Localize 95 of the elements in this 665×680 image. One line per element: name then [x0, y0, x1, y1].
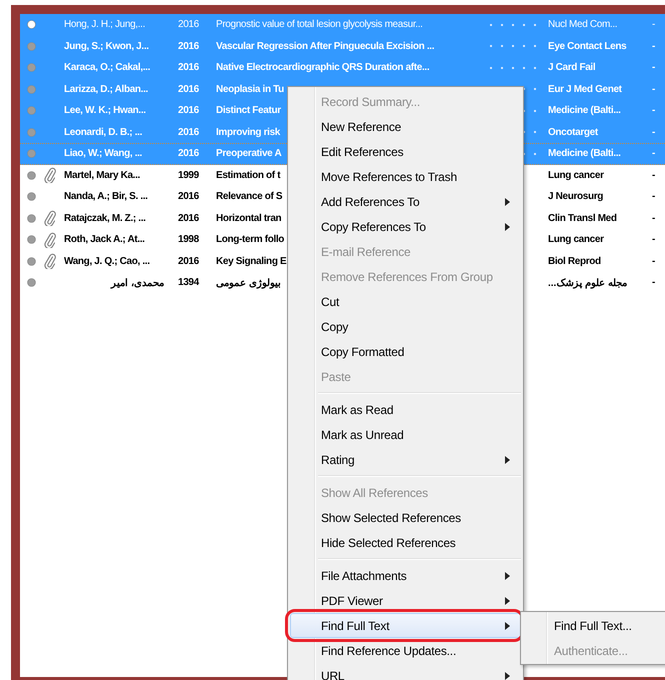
menu-item[interactable]: Mark as Read	[290, 397, 521, 422]
year-cell: 2016	[178, 148, 199, 160]
author-cell: Nanda, A.; Bir, S. ...	[64, 191, 148, 202]
year-cell: 2016	[178, 105, 199, 116]
journal-cell: Medicine (Balti...	[548, 148, 621, 160]
table-cell: -	[652, 277, 655, 288]
menu-item[interactable]: Show Selected References	[290, 505, 521, 530]
table-cell: -	[652, 170, 655, 181]
year-cell: 2016	[178, 84, 199, 95]
author-cell: محمدی، امیر	[111, 276, 164, 289]
submenu-arrow-icon	[505, 622, 510, 630]
table-cell: -	[652, 191, 655, 202]
menu-item[interactable]: URL	[290, 663, 521, 680]
menu-item[interactable]: Find Full Text...	[523, 613, 665, 638]
table-cell: -	[652, 148, 655, 160]
author-cell: Larizza, D.; Alban...	[64, 84, 148, 95]
journal-cell: Lung cancer	[548, 170, 604, 181]
author-cell: Leonardi, D. B.; ...	[64, 126, 142, 138]
year-cell: 2016	[178, 212, 199, 224]
menu-item[interactable]: File Attachments	[290, 563, 521, 588]
title-cell: Key Signaling E	[216, 256, 286, 267]
journal-cell: Eur J Med Genet	[548, 84, 622, 95]
author-cell: Hong, J. H.; Jung,...	[64, 19, 146, 30]
author-cell: Jung, S.; Kwon, J...	[64, 40, 149, 52]
journal-cell: Lung cancer	[548, 234, 604, 246]
submenu-arrow-icon	[505, 198, 510, 206]
journal-cell: Nucl Med Com...	[548, 19, 618, 30]
menu-item[interactable]: Find Reference Updates...	[290, 638, 521, 663]
submenu-arrow-icon	[505, 456, 510, 464]
journal-cell: Biol Reprod	[548, 256, 601, 267]
menu-item[interactable]: Edit References	[290, 139, 521, 164]
table-cell: -	[652, 62, 655, 74]
title-cell: Preoperative A	[216, 148, 282, 160]
year-cell: 2016	[178, 40, 199, 52]
table-cell: -	[652, 256, 655, 267]
table-cell: -	[652, 212, 655, 224]
author-cell: Wang, J. Q.; Cao, ...	[64, 256, 150, 267]
table-cell: -	[652, 234, 655, 246]
journal-cell: Oncotarget	[548, 126, 598, 138]
title-cell: Long-term follo	[216, 234, 284, 246]
author-cell: Ratajczak, M. Z.; ...	[64, 212, 146, 224]
paperclip-icon	[44, 232, 56, 248]
title-cell: Distinct Featur	[216, 105, 281, 116]
year-cell: 1998	[178, 234, 199, 246]
year-cell: 2016	[178, 19, 199, 30]
journal-cell: مجله علوم پزشک...	[548, 276, 627, 289]
submenu-arrow-icon	[505, 572, 510, 580]
menu-item[interactable]: Add References To	[290, 189, 521, 214]
table-cell: -	[652, 19, 655, 30]
menu-item[interactable]: Find Full Text	[290, 613, 521, 638]
author-cell: Liao, W.; Wang, ...	[64, 148, 142, 160]
menu-item[interactable]: Rating	[290, 447, 521, 472]
year-cell: 1394	[178, 277, 199, 288]
year-cell: 2016	[178, 191, 199, 202]
title-cell: Vascular Regression After Pinguecula Excision ...	[216, 40, 434, 52]
title-cell: Horizontal tran	[216, 212, 282, 224]
table-cell: -	[652, 40, 655, 52]
journal-cell: J Card Fail	[548, 62, 596, 74]
menu-item[interactable]: PDF Viewer	[290, 588, 521, 613]
menu-item[interactable]: Copy References To	[290, 214, 521, 239]
table-cell: -	[652, 105, 655, 116]
menu-item[interactable]: Copy Formatted	[290, 339, 521, 364]
title-cell: Prognostic value of total lesion glycolysis measur...	[216, 19, 423, 30]
title-cell: Estimation of t	[216, 170, 280, 181]
menu-item[interactable]: Move References to Trash	[290, 164, 521, 189]
journal-cell: Eye Contact Lens	[548, 40, 626, 52]
journal-cell: J Neurosurg	[548, 191, 604, 202]
title-cell: Relevance of S	[216, 191, 282, 202]
paperclip-icon	[44, 167, 56, 184]
author-cell: Roth, Jack A.; At...	[64, 234, 145, 246]
table-cell: -	[652, 84, 655, 95]
menu-item[interactable]: Hide Selected References	[290, 530, 521, 555]
table-cell: -	[652, 126, 655, 138]
author-cell: Lee, W. K.; Hwan...	[64, 105, 146, 116]
menu-item[interactable]: Copy	[290, 314, 521, 339]
title-cell: Neoplasia in Tu	[216, 84, 284, 95]
menu-item[interactable]: Cut	[290, 289, 521, 314]
paperclip-icon	[44, 253, 56, 270]
submenu-arrow-icon	[505, 672, 510, 680]
submenu-arrow-icon	[505, 222, 510, 230]
author-cell: Karaca, O.; Cakal,...	[64, 62, 150, 74]
submenu-arrow-icon	[505, 596, 510, 604]
journal-cell: Medicine (Balti...	[548, 105, 621, 116]
year-cell: 1999	[178, 170, 199, 181]
paperclip-icon	[44, 210, 56, 226]
journal-cell: Clin Transl Med	[548, 212, 617, 224]
title-cell: Improving risk	[216, 126, 280, 138]
title-cell: بیولوژی عمومی	[216, 276, 281, 289]
menu-item[interactable]: New Reference	[290, 114, 521, 139]
author-cell: Martel, Mary Ka...	[64, 170, 140, 181]
year-cell: 2016	[178, 256, 199, 267]
year-cell: 2016	[178, 62, 199, 74]
title-cell: Native Electrocardiographic QRS Duration afte...	[216, 62, 430, 74]
menu-item[interactable]: Mark as Unread	[290, 422, 521, 447]
year-cell: 2016	[178, 126, 199, 138]
